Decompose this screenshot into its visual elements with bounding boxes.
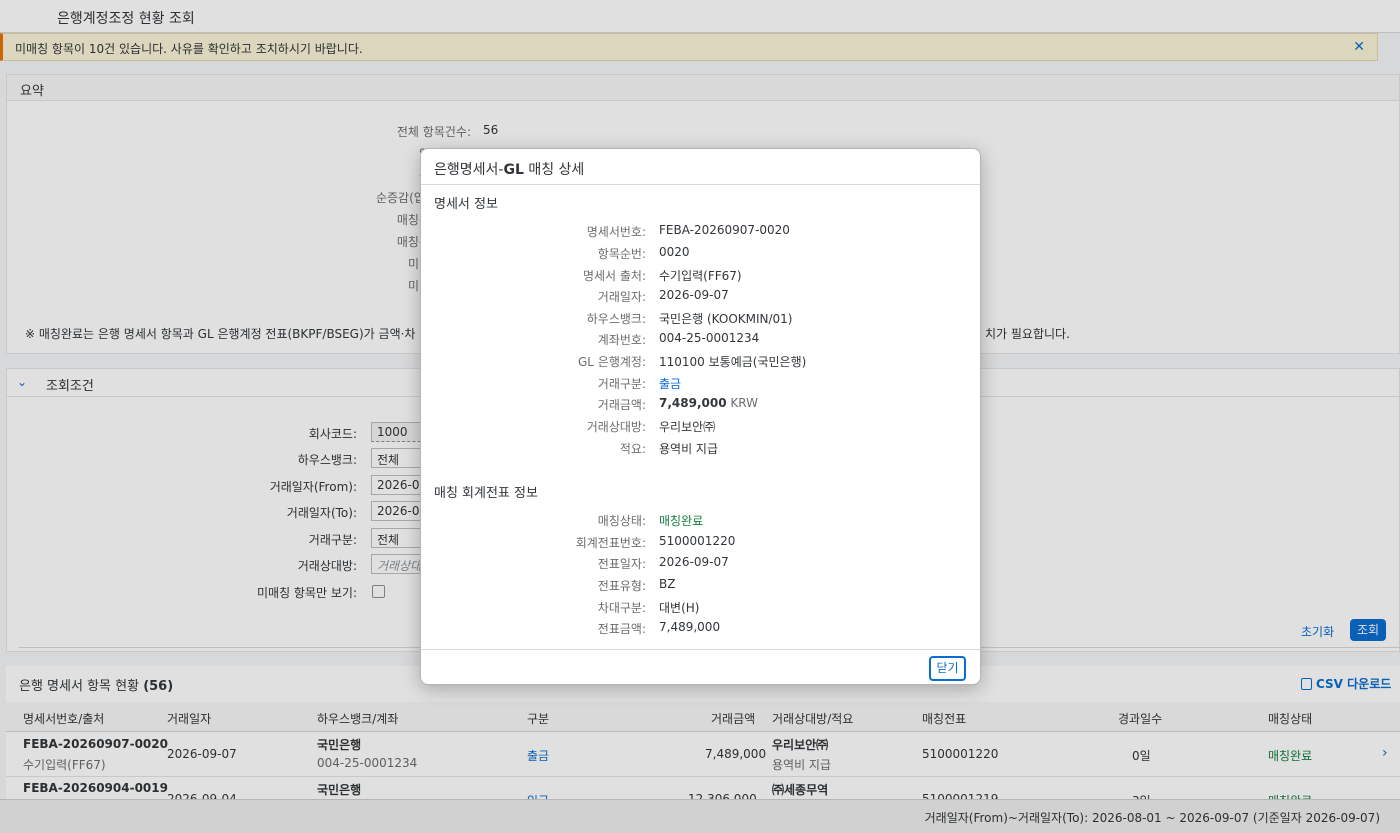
source-label: 명세서 출처: [582, 269, 646, 283]
doc-no-label: 명세서번호: [586, 225, 646, 239]
match-status-label: 매칭상태: [597, 514, 646, 528]
gl-account-value: 110100 보통예금(국민은행) [659, 355, 807, 369]
type-value: 출금 [659, 377, 682, 391]
amount-number: 7,489,000 [659, 396, 727, 410]
account-value: 004-25-0001234 [659, 331, 760, 345]
doc-amount-value: 7,489,000 [659, 620, 721, 634]
gl-doc-value: 5100001220 [659, 534, 736, 548]
debit-credit-label: 차대구분: [597, 601, 646, 615]
item-no-value: 0020 [659, 245, 690, 259]
doc-type-value: BZ [659, 577, 676, 591]
statement-section-title: 명세서 정보 [434, 197, 498, 212]
gl-account-label: GL 은행계정: [577, 355, 646, 369]
post-date-value: 2026-09-07 [659, 555, 729, 569]
post-date-label: 전표일자: [597, 557, 646, 571]
doc-type-label: 전표유형: [597, 579, 646, 593]
partner-label: 거래상대방: [586, 420, 646, 434]
memo-label: 적요: [619, 442, 646, 456]
matching-detail-dialog: 은행명세서-GL 매칭 상세 명세서 정보 명세서번호: FEBA-202609… [420, 148, 981, 685]
dialog-title-bold: GL [503, 162, 524, 178]
dialog-header: 은행명세서-GL 매칭 상세 [421, 149, 980, 185]
debit-credit-value: 대변(H) [659, 601, 700, 615]
doc-amount-label: 전표금액: [597, 622, 646, 636]
date-value: 2026-09-07 [659, 288, 729, 302]
memo-value: 용역비 지급 [659, 442, 719, 456]
source-value: 수기입력(FF67) [659, 269, 742, 283]
dialog-title-post: 매칭 상세 [523, 162, 585, 178]
bank-label: 하우스뱅크: [586, 312, 646, 326]
doc-no-value: FEBA-20260907-0020 [659, 223, 790, 237]
dialog-title-pre: 은행명세서- [434, 162, 504, 178]
partner-value: 우리보안㈜ [659, 420, 716, 434]
type-label: 거래구분: [597, 377, 646, 391]
dialog-title: 은행명세서-GL 매칭 상세 [434, 159, 584, 179]
bank-value: 국민은행 (KOOKMIN/01) [659, 312, 793, 326]
match-status-value: 매칭완료 [659, 514, 704, 528]
dialog-footer: 닫기 [421, 649, 980, 684]
item-no-label: 항목순번: [597, 247, 646, 261]
date-label: 거래일자: [597, 290, 646, 304]
amount-value: 7,489,000 KRW [659, 396, 758, 410]
gl-doc-label: 회계전표번호: [575, 536, 646, 550]
amount-label: 거래금액: [597, 398, 646, 412]
matching-section-title: 매칭 회계전표 정보 [434, 486, 538, 501]
account-label: 계좌번호: [597, 333, 646, 347]
amount-currency: KRW [730, 396, 758, 410]
close-button[interactable]: 닫기 [929, 656, 966, 681]
